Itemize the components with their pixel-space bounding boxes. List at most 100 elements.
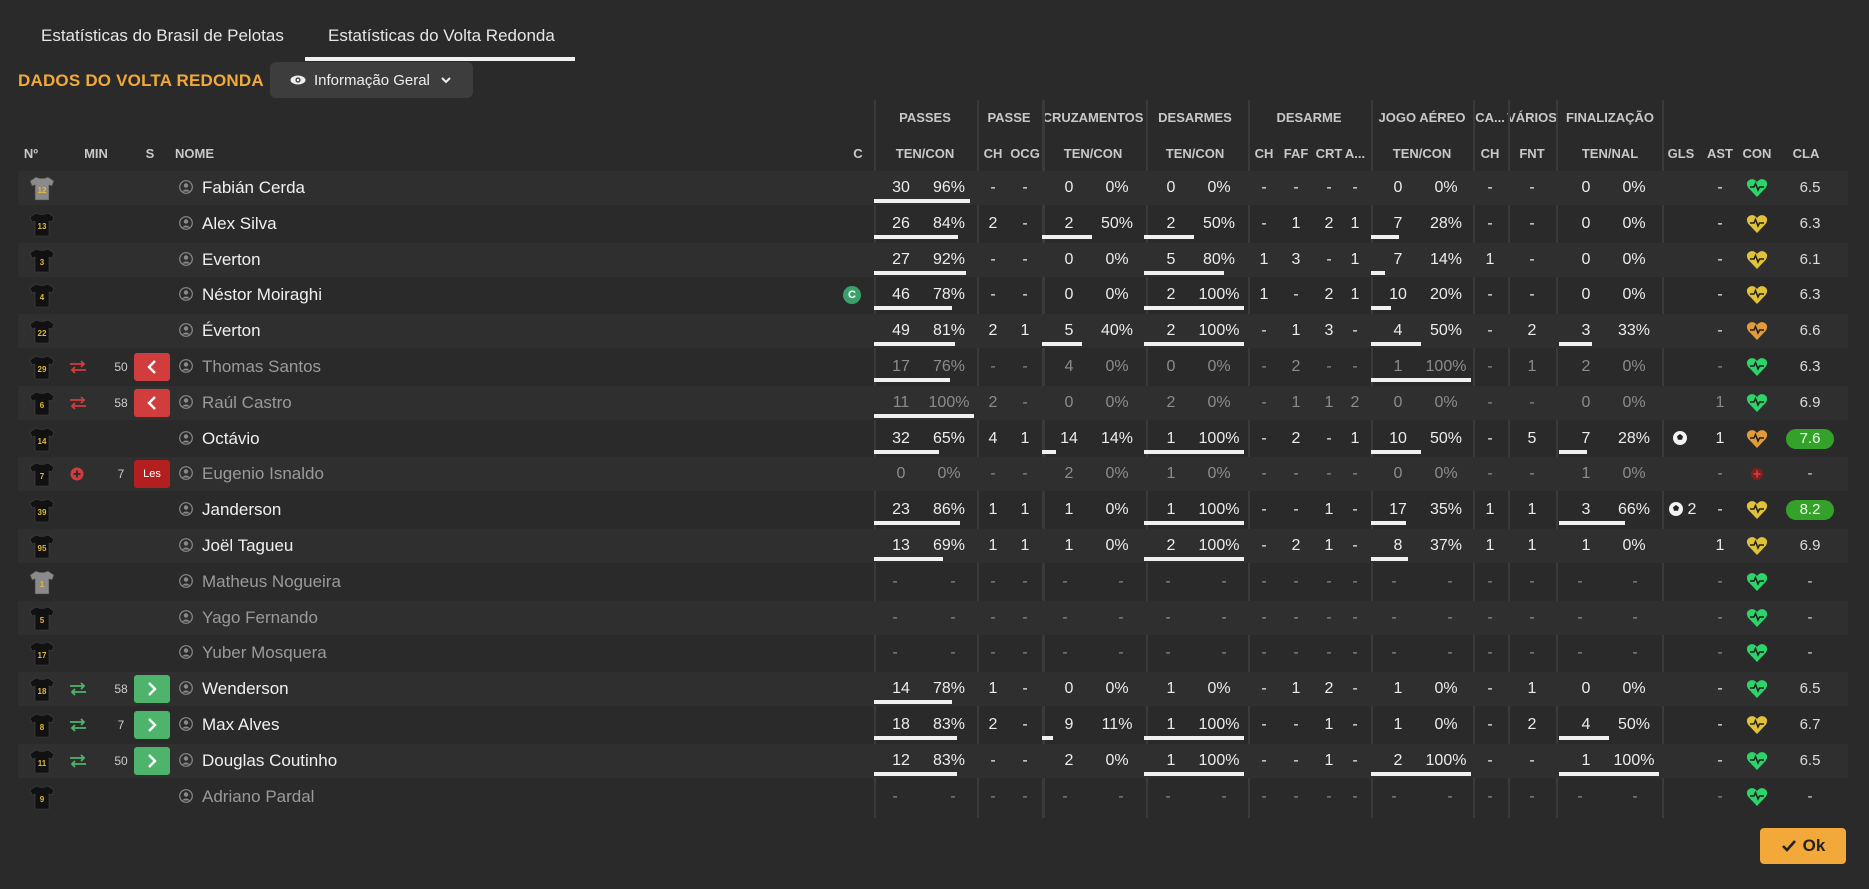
table-row[interactable]: 1212Fabián Cerda3096%--00%00%----00%--00… <box>18 171 1848 205</box>
goals-count: 2 <box>1687 501 1697 519</box>
table-row[interactable]: 44Néstor MoiraghiC4678%--00%2100%1-21102… <box>18 278 1848 312</box>
person-icon <box>179 394 193 409</box>
player-name[interactable]: Alex Silva <box>202 214 277 234</box>
player-name[interactable]: Eugenio Isnaldo <box>202 464 324 484</box>
view-dropdown[interactable]: Informação Geral <box>270 62 473 98</box>
svg-text:14: 14 <box>38 437 47 446</box>
substitution-button[interactable] <box>134 675 170 704</box>
player-name[interactable]: Matheus Nogueira <box>202 572 341 592</box>
player-name[interactable]: Douglas Coutinho <box>202 751 337 771</box>
substitution-button[interactable] <box>134 388 170 417</box>
shirt-icon: 9 <box>29 785 55 809</box>
table-row[interactable]: 292950Thomas Santos1776%--40%00%-2--1100… <box>18 350 1848 384</box>
player-name[interactable]: Janderson <box>202 500 281 520</box>
minute: 7 <box>117 718 125 732</box>
table-row[interactable]: 3939Janderson2386%1110%1100%--1-1735%113… <box>18 493 1848 527</box>
substitution-button[interactable] <box>134 353 170 381</box>
ok-button[interactable]: Ok <box>1760 828 1846 864</box>
tab-brasil-pelotas-stats[interactable]: Estatísticas do Brasil de Pelotas <box>41 22 284 50</box>
shirt-icon: 3 <box>29 248 55 272</box>
player-name[interactable]: Max Alves <box>202 715 279 735</box>
chances-created: - <box>1022 358 1028 375</box>
player-name[interactable]: Octávio <box>202 429 260 449</box>
table-row[interactable]: 33Everton2792%--00%580%13-1714%1-00%-6.1 <box>18 242 1848 277</box>
injury-badge[interactable]: Les <box>134 460 170 489</box>
shots-attempts: 7 <box>1581 429 1591 447</box>
empty-value: - <box>1293 787 1299 805</box>
table-row[interactable]: 887Max Alves1883%2-911%1100%--1-10%-2450… <box>18 708 1848 742</box>
column-header-cla[interactable]: CLA <box>1766 146 1846 161</box>
player-name[interactable]: Néstor Moiraghi <box>202 285 322 305</box>
match-rating: 6.5 <box>1799 751 1821 769</box>
player-name[interactable]: Adriano Pardal <box>202 787 314 807</box>
column-header-ten_con_2[interactable]: TEN/CON <box>1053 146 1133 161</box>
aerial-percent: 50% <box>1429 322 1463 340</box>
empty-value: - <box>1293 644 1299 662</box>
table-row[interactable]: 11Matheus Nogueira-------------------- <box>18 565 1848 599</box>
table-row[interactable]: 777LesEugenio Isnaldo00%--20%10%----00%-… <box>18 457 1848 492</box>
crosses-percent: 0% <box>1105 680 1129 698</box>
empty-value: - <box>1632 787 1638 805</box>
player-name[interactable]: Everton <box>202 250 261 270</box>
substitution-icon <box>70 754 86 768</box>
chances-created: - <box>1022 716 1028 733</box>
shirt-icon: 5 <box>29 606 55 630</box>
svg-text:1: 1 <box>40 580 45 589</box>
aerial-bar <box>1371 449 1421 454</box>
tackles-percent: 100% <box>1198 751 1240 769</box>
player-name[interactable]: Yago Fernando <box>202 608 318 628</box>
empty-value: - <box>950 572 956 590</box>
column-header-fnt[interactable]: FNT <box>1492 146 1572 161</box>
fouls-won: 1 <box>1527 537 1537 554</box>
column-header-ten_con_3[interactable]: TEN/CON <box>1155 146 1235 161</box>
blocks: - <box>1352 680 1358 698</box>
table-row[interactable]: 9595Joël Tagueu1369%1110%2100%-21-837%11… <box>18 529 1848 563</box>
table-row[interactable]: 2222Éverton4981%21540%2100%-13-450%-2333… <box>18 314 1848 349</box>
column-header-nome[interactable]: NOME <box>175 146 214 161</box>
table-row[interactable]: 111150Douglas Coutinho1283%--20%1100%--1… <box>18 743 1848 778</box>
svg-text:11: 11 <box>38 759 47 768</box>
substitution-button[interactable] <box>134 711 170 739</box>
player-name[interactable]: Yuber Mosquera <box>202 643 327 663</box>
shirt-icon: 11 <box>29 749 55 774</box>
player-name[interactable]: Fabián Cerda <box>202 178 305 198</box>
player-name[interactable]: Joël Tagueu <box>202 536 293 556</box>
passes-bar <box>874 521 960 526</box>
table-row[interactable]: 6658Raúl Castro11100%2-00%20%-11200%--00… <box>18 385 1848 420</box>
shirt-icon: 12 <box>29 176 55 201</box>
svg-text:13: 13 <box>38 222 47 231</box>
empty-value: - <box>1717 787 1723 805</box>
empty-value: - <box>1326 644 1332 662</box>
table-row[interactable]: 55Yago Fernando-------------------- <box>18 600 1848 635</box>
person-icon <box>179 502 193 517</box>
aerial-attempts: 7 <box>1393 214 1403 232</box>
ca-value: - <box>1487 751 1493 769</box>
player-name[interactable]: Wenderson <box>202 679 289 699</box>
player-name[interactable]: Thomas Santos <box>202 357 321 377</box>
table-row[interactable]: 1414Octávio3265%411414%1100%-2-11050%-57… <box>18 422 1848 456</box>
assists: - <box>1717 716 1723 733</box>
column-header-ten_nal[interactable]: TEN/NAL <box>1570 146 1650 161</box>
match-rating: 6.6 <box>1799 322 1821 340</box>
aerial-attempts: 8 <box>1393 537 1403 554</box>
crosses-percent: 0% <box>1105 465 1129 483</box>
ca-value: - <box>1487 680 1493 698</box>
shots-attempts: 4 <box>1581 716 1591 733</box>
tab-volta-redonda-stats[interactable]: Estatísticas do Volta Redonda <box>328 22 555 50</box>
player-name[interactable]: Éverton <box>202 321 261 341</box>
tackles-bar <box>1144 449 1244 454</box>
tackles-bar <box>1144 342 1244 347</box>
blocks: - <box>1352 179 1358 196</box>
table-row[interactable]: 181858Wenderson1478%1-00%10%-12-10%-100%… <box>18 672 1848 707</box>
crosses-percent: 0% <box>1105 393 1129 411</box>
substitution-icon <box>70 396 86 410</box>
shots-attempts: 0 <box>1581 214 1591 232</box>
passes-bar <box>874 234 958 239</box>
table-row[interactable]: 99Adriano Pardal-------------------- <box>18 780 1848 814</box>
table-row[interactable]: 1313Alex Silva2684%2-250%250%-121728%--0… <box>18 207 1848 241</box>
player-name[interactable]: Raúl Castro <box>202 393 292 413</box>
shots-percent: 0% <box>1622 250 1646 268</box>
crosses-attempts: 4 <box>1064 358 1074 375</box>
table-row[interactable]: 1717Yuber Mosquera-------------------- <box>18 636 1848 670</box>
substitution-button[interactable] <box>134 746 170 775</box>
